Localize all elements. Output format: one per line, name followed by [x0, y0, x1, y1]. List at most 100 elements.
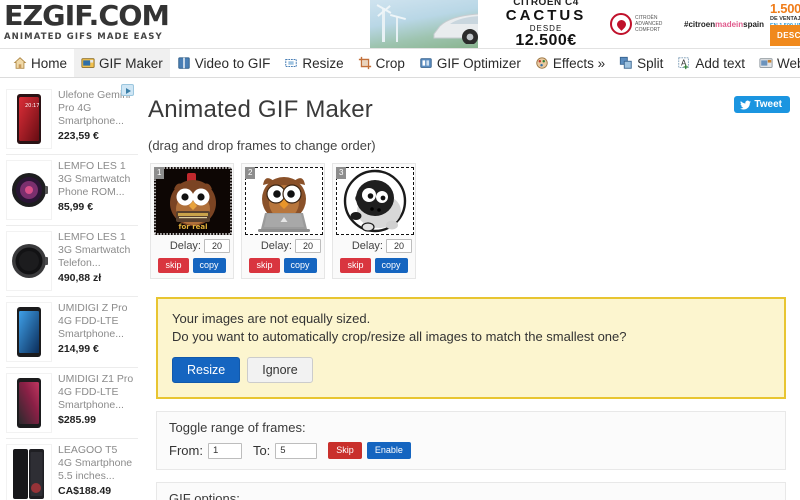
gif-options-panel: GIF options: Delay time: 20 (in 1/100 of… [156, 482, 786, 500]
ad-title: UMIDIGI Z1 Pro 4G FDD-LTE Smartphone... [58, 373, 134, 411]
adchoices-icon[interactable] [121, 84, 134, 96]
sidebar-ad-item[interactable]: LEMFO LES 1 3G Smartwatch Telefon... 490… [6, 226, 138, 297]
ad-price: 490,88 zł [58, 272, 102, 285]
toggle-range-title: Toggle range of frames: [169, 420, 306, 435]
home-icon [13, 56, 27, 70]
nav-item-home[interactable]: Home [6, 49, 74, 77]
frame-delay-row: Delay: 20 [245, 239, 321, 253]
logo-tagline: ANIMATED GIFS MADE EASY [4, 32, 163, 42]
banner-offer-amount: 1.500€ [770, 1, 800, 16]
sidebar-ad-item[interactable]: LEMFO LES 1 3G Smartwatch Phone ROM... 8… [6, 155, 138, 226]
ad-price: CA$188.49 [58, 485, 112, 498]
frame-delay-row: Delay: 20 [154, 239, 230, 253]
tweet-button[interactable]: Tweet [734, 96, 790, 113]
toggle-range-panel: Toggle range of frames: From: 1 To: 5 Sk… [156, 411, 786, 470]
frame-thumbnail[interactable] [336, 167, 414, 235]
frame-delay-input[interactable]: 20 [295, 239, 321, 253]
svg-text:20:17: 20:17 [25, 103, 39, 109]
page-title: Animated GIF Maker [148, 96, 374, 123]
nav-label-gif-maker: GIF Maker [99, 55, 163, 71]
frame-delay-label: Delay: [169, 240, 201, 252]
ignore-button[interactable]: Ignore [247, 357, 313, 383]
nav-label-resize: Resize [302, 55, 344, 71]
ad-title: LEMFO LES 1 3G Smartwatch Phone ROM... [58, 160, 131, 198]
nav-label-gif-optimizer: GIF Optimizer [436, 55, 521, 71]
svg-text:for real: for real [178, 223, 207, 231]
nav-item-effects[interactable]: Effects » [528, 49, 612, 77]
page-subtitle: (drag and drop frames to change order) [148, 138, 376, 153]
nav-item-video-to-gif[interactable]: Video to GIF [170, 49, 278, 77]
sheep-image [336, 167, 414, 235]
nav-label-split: Split [637, 55, 664, 71]
banner-hashtag: #citroenmadeinspain [684, 20, 764, 29]
nav-item-crop[interactable]: Crop [351, 49, 412, 77]
ad-thumbnail [6, 373, 52, 433]
ad-thumbnail [6, 231, 52, 291]
ad-price: 214,99 € [58, 343, 99, 356]
ad-thumbnail [6, 302, 52, 362]
frame-thumbnail[interactable]: for real [154, 167, 232, 235]
nav-item-gif-optimizer[interactable]: GIF Optimizer [412, 49, 528, 77]
banner-ad-text: CITROËN C4 CACTUS DESDE 12.500€ CITROËN … [478, 0, 765, 48]
frame-copy-button[interactable]: copy [192, 258, 226, 273]
frame-thumbnail[interactable] [245, 167, 323, 235]
badge-line-3: COMFORT [635, 27, 661, 34]
frame-item[interactable]: 1 for real Delay: 20 skip copy [150, 163, 234, 279]
nav-label-video-to-gif: Video to GIF [194, 55, 271, 71]
range-to-label: To: [252, 443, 271, 458]
banner-ad-image [370, 0, 591, 48]
nav-item-webp[interactable]: WebP [752, 49, 800, 77]
frame-skip-button[interactable]: skip [158, 258, 189, 273]
frame-item[interactable]: 2 Delay: 20 skip copy [241, 163, 325, 279]
range-from-input[interactable]: 1 [207, 442, 242, 459]
range-to-input[interactable]: 5 [275, 442, 318, 459]
main-navigation: Home GIF Maker Video to GIF Resize Crop … [0, 48, 800, 78]
sidebar-ad-item[interactable]: UMIDIGI Z1 Pro 4G FDD-LTE Smartphone... … [6, 368, 138, 439]
nav-label-effects: Effects » [552, 55, 606, 71]
range-enable-button[interactable]: Enable [366, 442, 411, 459]
banner-offer-block: 1.500€ DE VENTAJA CLIENTE ADICIONAL EN 1… [764, 0, 800, 48]
sidebar-ad-item[interactable]: LEAGOO T5 4G Smartphone 5.5 inches... CA… [6, 439, 138, 500]
ad-price: 85,99 € [58, 201, 94, 214]
frame-delay-input[interactable]: 20 [204, 239, 230, 253]
nav-item-resize[interactable]: Resize [277, 49, 350, 77]
banner-offer-line1: DE VENTAJA CLIENTE ADICIONAL [770, 16, 800, 22]
hashtag-suffix: spain [743, 19, 765, 29]
frame-skip-button[interactable]: skip [340, 258, 371, 273]
sidebar-ad-item[interactable]: 20:17 Ulefone Gemini Pro 4G Smartphone..… [6, 84, 138, 155]
top-banner-ad[interactable]: CITROËN C4 CACTUS DESDE 12.500€ CITROËN … [370, 0, 800, 48]
nav-item-add-text[interactable]: A Add text [670, 49, 752, 77]
sidebar-ad-item[interactable]: UMIDIGI Z Pro 4G FDD-LTE Smartphone... 2… [6, 297, 138, 368]
frame-list: 1 for real Delay: 20 skip copy 2 Delay: … [148, 163, 788, 279]
frame-delay-input[interactable]: 20 [386, 239, 412, 253]
sidebar-ads: 20:17 Ulefone Gemini Pro 4G Smartphone..… [0, 78, 140, 500]
citroen-badge-icon [610, 13, 632, 35]
main-content: Tweet Animated GIF Maker (drag and drop … [140, 78, 800, 500]
nav-item-gif-maker[interactable]: GIF Maker [74, 49, 170, 77]
split-icon [619, 56, 633, 70]
owl-rock-image: for real [154, 167, 232, 235]
nav-item-split[interactable]: Split [612, 49, 670, 77]
size-warning-box: Your images are not equally sized. Do yo… [156, 297, 786, 399]
frame-number-badge: 3 [336, 167, 347, 179]
frame-skip-button[interactable]: skip [249, 258, 280, 273]
optimizer-icon [419, 56, 433, 70]
frame-actions: skip copy [245, 258, 321, 273]
ad-info: UMIDIGI Z1 Pro 4G FDD-LTE Smartphone... … [58, 373, 134, 426]
tweet-label: Tweet [754, 99, 782, 110]
frame-delay-label: Delay: [351, 240, 383, 252]
site-logo[interactable]: EZGIF.COM ANIMATED GIFS MADE EASY [0, 0, 190, 43]
ad-price: $285.99 [58, 414, 96, 427]
nav-label-webp: WebP [776, 55, 800, 71]
frame-copy-button[interactable]: copy [374, 258, 408, 273]
frame-copy-button[interactable]: copy [283, 258, 317, 273]
range-skip-button[interactable]: Skip [328, 442, 362, 459]
citroen-comfort-badge: CITROËN ADVANCED COMFORT [610, 13, 684, 35]
frame-actions: skip copy [336, 258, 412, 273]
frame-item[interactable]: 3 Delay: 20 skip copy [332, 163, 416, 279]
resize-button[interactable]: Resize [172, 357, 241, 383]
toggle-range-row: From: 1 To: 5 Skip Enable [169, 442, 773, 459]
effects-icon [535, 56, 549, 70]
warning-actions: Resize Ignore [172, 357, 770, 383]
banner-cta-button[interactable]: DESCUBRE EL TUYO [770, 25, 800, 46]
